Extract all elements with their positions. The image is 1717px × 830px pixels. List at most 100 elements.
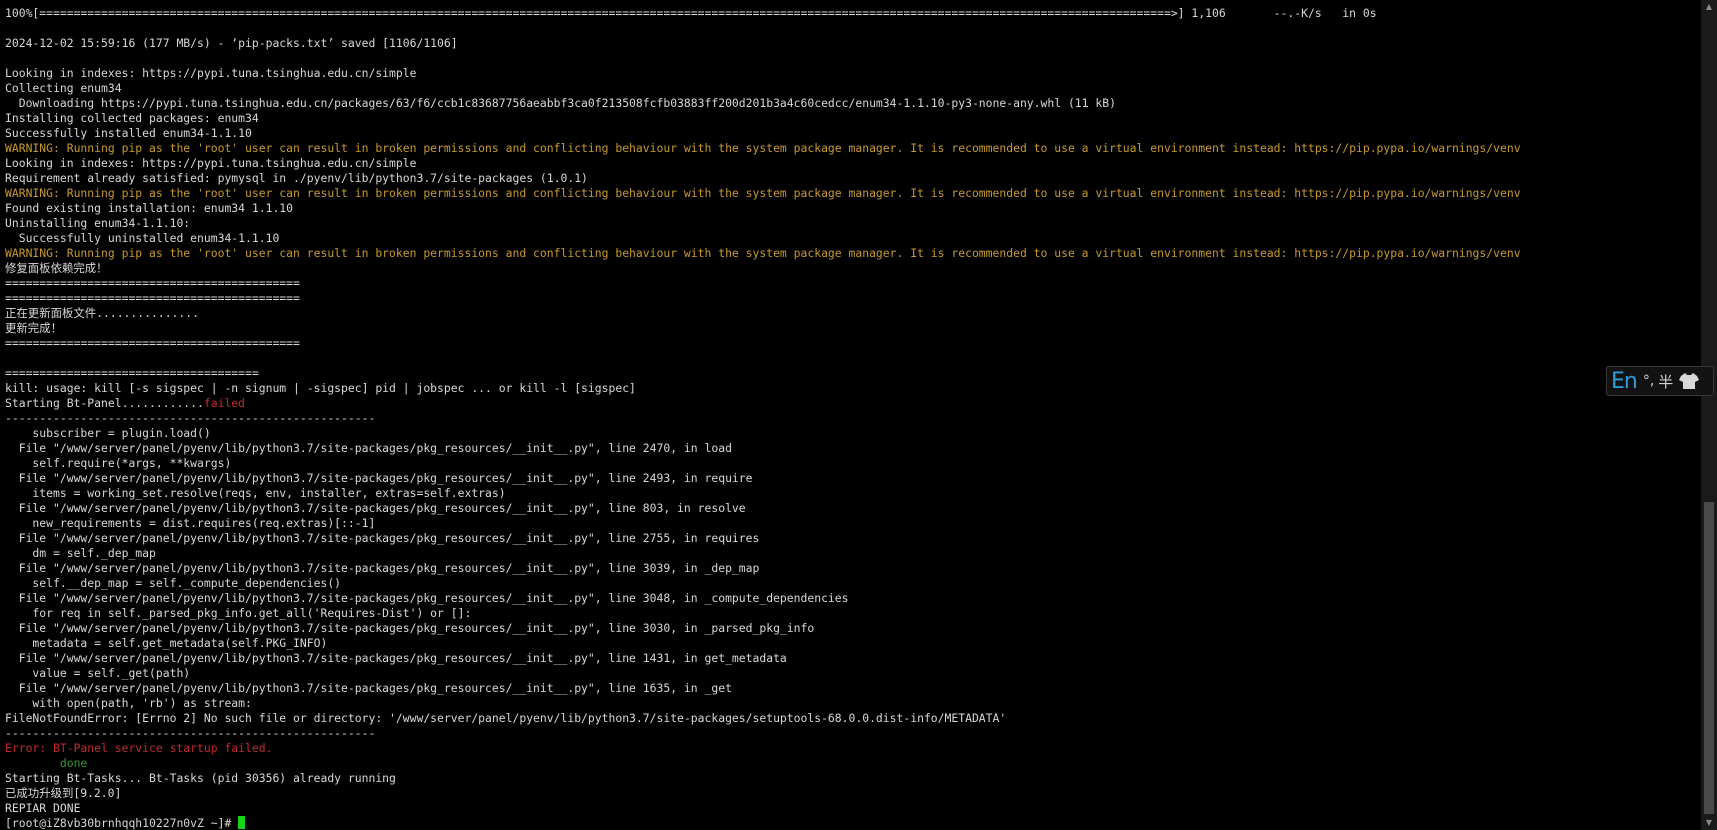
terminal-line: Collecting enum34 bbox=[5, 81, 1521, 96]
terminal-line-text: kill: usage: kill [-s sigspec | -n signu… bbox=[5, 381, 636, 395]
terminal-line: Starting Bt-Tasks... Bt-Tasks (pid 30356… bbox=[5, 771, 1521, 786]
terminal-line: for req in self._parsed_pkg_info.get_all… bbox=[5, 606, 1521, 621]
terminal-line-text: REPIAR DONE bbox=[5, 801, 81, 815]
terminal-line-text: ========================================… bbox=[5, 276, 300, 290]
terminal-line: self.require(*args, **kwargs) bbox=[5, 456, 1521, 471]
terminal-line: self.__dep_map = self._compute_dependenc… bbox=[5, 576, 1521, 591]
terminal-line: kill: usage: kill [-s sigspec | -n signu… bbox=[5, 381, 1521, 396]
shirt-icon[interactable] bbox=[1679, 372, 1700, 390]
ime-status-bar[interactable]: En °, 半 bbox=[1606, 366, 1714, 396]
terminal-line-text: File "/www/server/panel/pyenv/lib/python… bbox=[5, 561, 760, 575]
terminal-line-text: with open(path, 'rb') as stream: bbox=[5, 696, 252, 710]
scroll-down-arrow-icon[interactable]: ▼ bbox=[1701, 816, 1717, 830]
terminal-line-text: self.__dep_map = self._compute_dependenc… bbox=[5, 576, 342, 590]
terminal-line-text: File "/www/server/panel/pyenv/lib/python… bbox=[5, 651, 787, 665]
terminal-line-text: Starting Bt-Tasks... Bt-Tasks (pid 30356… bbox=[5, 771, 396, 785]
terminal-line: Found existing installation: enum34 1.1.… bbox=[5, 201, 1521, 216]
ime-width-toggle[interactable]: 半 bbox=[1658, 371, 1673, 392]
terminal-line: 已成功升级到[9.2.0] bbox=[5, 786, 1521, 801]
terminal-output: 100%[===================================… bbox=[5, 6, 1521, 830]
scroll-up-arrow-icon[interactable]: ▲ bbox=[1701, 0, 1717, 14]
terminal-line: File "/www/server/panel/pyenv/lib/python… bbox=[5, 681, 1521, 696]
terminal-line: ========================================… bbox=[5, 276, 1521, 291]
terminal-line-text: Collecting enum34 bbox=[5, 81, 122, 95]
terminal-line-text: File "/www/server/panel/pyenv/lib/python… bbox=[5, 471, 753, 485]
terminal-line: ========================================… bbox=[5, 336, 1521, 351]
terminal-line: ----------------------------------------… bbox=[5, 726, 1521, 741]
terminal-line-text: Successfully uninstalled enum34-1.1.10 bbox=[5, 231, 280, 245]
terminal-line: new_requirements = dist.requires(req.ext… bbox=[5, 516, 1521, 531]
terminal-line: Error: BT-Panel service startup failed. bbox=[5, 741, 1521, 756]
terminal-line: Successfully installed enum34-1.1.10 bbox=[5, 126, 1521, 141]
terminal-line-text: ========================================… bbox=[5, 291, 300, 305]
terminal-line: Successfully uninstalled enum34-1.1.10 bbox=[5, 231, 1521, 246]
terminal-line-text: 正在更新面板文件............... bbox=[5, 306, 199, 320]
terminal-line-text: ----------------------------------------… bbox=[5, 726, 376, 740]
terminal-line: File "/www/server/panel/pyenv/lib/python… bbox=[5, 471, 1521, 486]
vertical-scrollbar[interactable]: ▲ ▼ bbox=[1701, 0, 1717, 830]
terminal-line-text: 2024-12-02 15:59:16 (177 MB/s) - ‘pip-pa… bbox=[5, 36, 458, 50]
terminal-line-text: items = working_set.resolve(reqs, env, i… bbox=[5, 486, 506, 500]
terminal-line-text: [root@iZ8vb30brnhqqh10227n0vZ ~]# bbox=[5, 816, 239, 830]
terminal-line: File "/www/server/panel/pyenv/lib/python… bbox=[5, 621, 1521, 636]
terminal-line: WARNING: Running pip as the 'root' user … bbox=[5, 141, 1521, 156]
terminal-line-text: 更新完成！ bbox=[5, 321, 62, 335]
terminal-line-text: Found existing installation: enum34 1.1.… bbox=[5, 201, 294, 215]
terminal-line-text: Looking in indexes: https://pypi.tuna.ts… bbox=[5, 66, 417, 80]
terminal-line: FileNotFoundError: [Errno 2] No such fil… bbox=[5, 711, 1521, 726]
terminal-line-text: WARNING: Running pip as the 'root' user … bbox=[5, 141, 1521, 155]
terminal-line: ========================================… bbox=[5, 291, 1521, 306]
terminal-line-text: FileNotFoundError: [Errno 2] No such fil… bbox=[5, 711, 1007, 725]
terminal-line: metadata = self.get_metadata(self.PKG_IN… bbox=[5, 636, 1521, 651]
terminal-line-text: subscriber = plugin.load() bbox=[5, 426, 211, 440]
terminal-line-text: new_requirements = dist.requires(req.ext… bbox=[5, 516, 376, 530]
terminal-line-text: self.require(*args, **kwargs) bbox=[5, 456, 232, 470]
terminal-line-text: File "/www/server/panel/pyenv/lib/python… bbox=[5, 621, 815, 635]
terminal-line-text: dm = self._dep_map bbox=[5, 546, 156, 560]
terminal-line: [root@iZ8vb30brnhqqh10227n0vZ ~]# bbox=[5, 816, 1521, 830]
ime-language-toggle[interactable]: En bbox=[1611, 369, 1638, 394]
terminal-line-text: Starting Bt-Panel............ bbox=[5, 396, 204, 410]
terminal-line: items = working_set.resolve(reqs, env, i… bbox=[5, 486, 1521, 501]
terminal-line: value = self._get(path) bbox=[5, 666, 1521, 681]
terminal-line: 更新完成！ bbox=[5, 321, 1521, 336]
terminal-line: dm = self._dep_map bbox=[5, 546, 1521, 561]
terminal-line-text: ----------------------------------------… bbox=[5, 411, 376, 425]
terminal-line-text: WARNING: Running pip as the 'root' user … bbox=[5, 246, 1521, 260]
terminal-line-text: 100%[===================================… bbox=[5, 6, 1377, 20]
ime-punctuation-toggle[interactable]: °, bbox=[1643, 373, 1654, 389]
terminal-line: Requirement already satisfied: pymysql i… bbox=[5, 171, 1521, 186]
terminal-line-text: Uninstalling enum34-1.1.10: bbox=[5, 216, 191, 230]
terminal-line: ----------------------------------------… bbox=[5, 411, 1521, 426]
terminal-line: with open(path, 'rb') as stream: bbox=[5, 696, 1521, 711]
terminal-line-text: Error: BT-Panel service startup failed. bbox=[5, 741, 273, 755]
terminal-line-text: File "/www/server/panel/pyenv/lib/python… bbox=[5, 441, 732, 455]
terminal-line-text: WARNING: Running pip as the 'root' user … bbox=[5, 186, 1521, 200]
terminal-line: Looking in indexes: https://pypi.tuna.ts… bbox=[5, 66, 1521, 81]
terminal-line: Downloading https://pypi.tuna.tsinghua.e… bbox=[5, 96, 1521, 111]
terminal-line-text: File "/www/server/panel/pyenv/lib/python… bbox=[5, 531, 760, 545]
terminal-line: 正在更新面板文件............... bbox=[5, 306, 1521, 321]
terminal-line: File "/www/server/panel/pyenv/lib/python… bbox=[5, 651, 1521, 666]
terminal-line: WARNING: Running pip as the 'root' user … bbox=[5, 186, 1521, 201]
terminal-line: File "/www/server/panel/pyenv/lib/python… bbox=[5, 591, 1521, 606]
terminal-line-text: ===================================== bbox=[5, 366, 259, 380]
terminal-line-text: File "/www/server/panel/pyenv/lib/python… bbox=[5, 681, 732, 695]
terminal-line: Starting Bt-Panel............failed bbox=[5, 396, 1521, 411]
terminal-line-text: File "/www/server/panel/pyenv/lib/python… bbox=[5, 501, 746, 515]
terminal-line-text: ========================================… bbox=[5, 336, 300, 350]
terminal-line: subscriber = plugin.load() bbox=[5, 426, 1521, 441]
terminal-line-text: 修复面板依赖完成！ bbox=[5, 261, 108, 275]
terminal-line-text: done bbox=[5, 756, 88, 770]
terminal-line: File "/www/server/panel/pyenv/lib/python… bbox=[5, 561, 1521, 576]
terminal-line-text: Downloading https://pypi.tuna.tsinghua.e… bbox=[5, 96, 1116, 110]
terminal-line: Installing collected packages: enum34 bbox=[5, 111, 1521, 126]
terminal-line-text: Installing collected packages: enum34 bbox=[5, 111, 259, 125]
terminal-line: WARNING: Running pip as the 'root' user … bbox=[5, 246, 1521, 261]
scrollbar-thumb[interactable] bbox=[1704, 502, 1714, 814]
terminal-window[interactable]: 100%[===================================… bbox=[0, 0, 1700, 830]
terminal-line-text: value = self._get(path) bbox=[5, 666, 191, 680]
terminal-line: ===================================== bbox=[5, 366, 1521, 381]
